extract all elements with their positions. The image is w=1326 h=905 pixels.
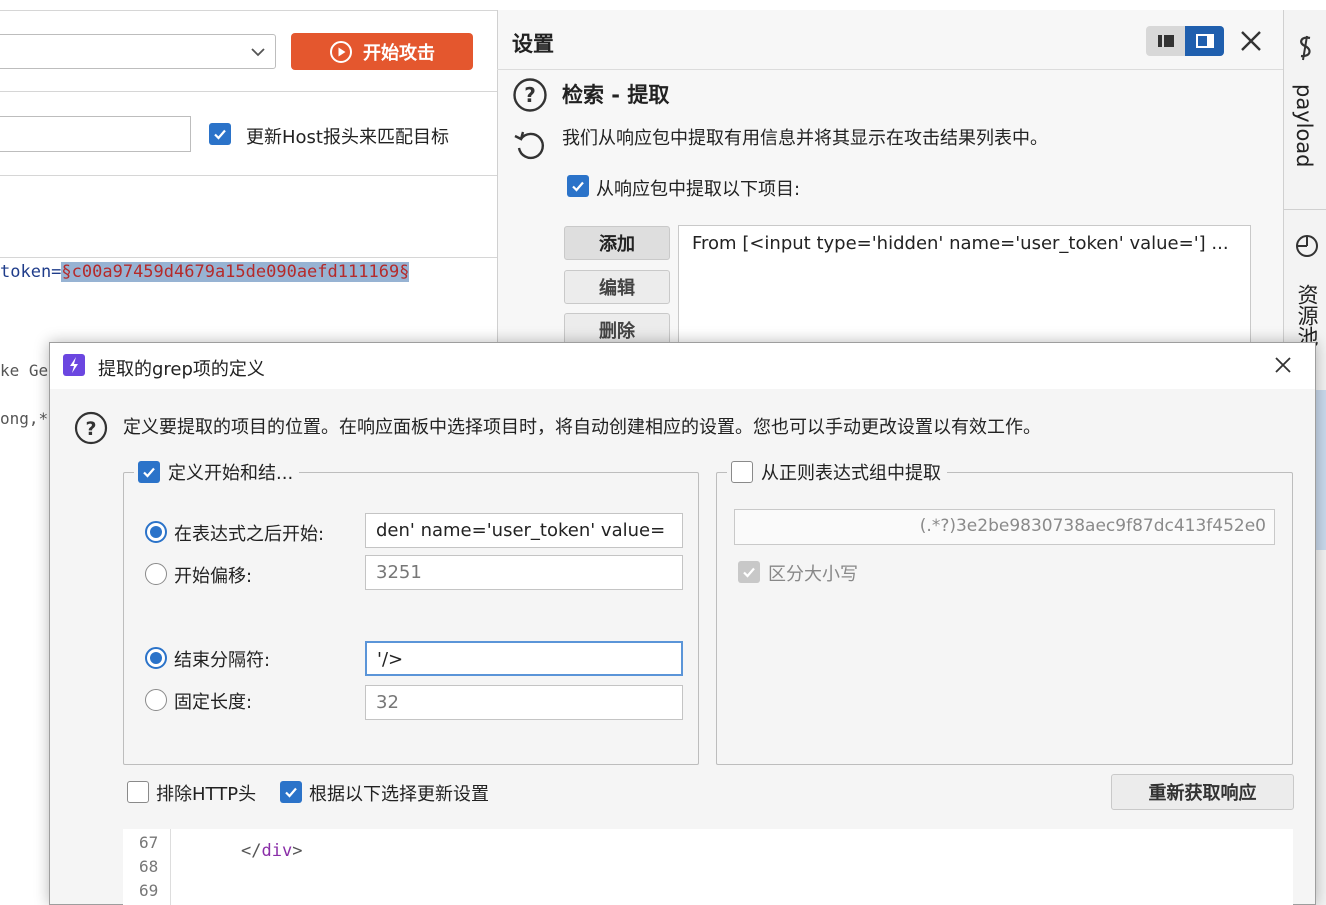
- svg-text:?: ?: [524, 83, 536, 107]
- close-icon[interactable]: [1238, 28, 1264, 54]
- divider: [0, 91, 497, 92]
- end-delimiter-input[interactable]: '/>: [365, 641, 683, 676]
- start-offset-radio[interactable]: [145, 563, 167, 585]
- group-legend: 从正则表达式组中提取: [727, 459, 947, 485]
- token-payload-marker[interactable]: §c00a97459d4679a15de090aefd111169§: [61, 262, 410, 282]
- end-delimiter-radio[interactable]: [145, 647, 167, 669]
- request-code-fragment: ong,*: [0, 409, 49, 428]
- response-code-viewer[interactable]: 67 68 69 </div>: [123, 829, 1293, 905]
- extract-items-label: 从响应包中提取以下项目:: [596, 179, 801, 200]
- start-after-radio[interactable]: [145, 521, 167, 543]
- fixed-length-radio[interactable]: [145, 689, 167, 711]
- fixed-length-input[interactable]: 32: [365, 685, 683, 720]
- code-line: </div>: [241, 841, 302, 861]
- start-offset-label: 开始偏移:: [174, 566, 253, 587]
- update-host-checkbox[interactable]: [209, 123, 231, 145]
- dialog-titlebar: 提取的grep项的定义: [50, 343, 1315, 389]
- start-after-label: 在表达式之后开始:: [174, 524, 325, 545]
- case-sensitive-label: 区分大小写: [768, 564, 858, 585]
- update-config-label: 根据以下选择更新设置: [309, 784, 489, 805]
- check-icon: [143, 467, 155, 478]
- end-delimiter-label: 结束分隔符:: [174, 650, 271, 671]
- check-icon: [743, 567, 755, 578]
- attack-type-select[interactable]: [0, 34, 276, 69]
- edit-button[interactable]: 编辑: [564, 270, 670, 304]
- regex-group-label: 从正则表达式组中提取: [761, 463, 941, 484]
- help-icon[interactable]: ?: [512, 77, 548, 113]
- view-layout-toggle[interactable]: [1146, 26, 1224, 56]
- svg-text:?: ?: [85, 418, 96, 440]
- chevron-down-icon: [249, 43, 267, 61]
- check-icon: [214, 129, 226, 140]
- start-attack-label: 开始攻击: [363, 42, 435, 64]
- add-button[interactable]: 添加: [564, 226, 670, 260]
- divider: [497, 69, 1283, 70]
- play-circle-icon: [329, 40, 353, 64]
- extract-items-checkbox[interactable]: [567, 175, 589, 197]
- refresh-icon[interactable]: [512, 128, 548, 164]
- dialog-description: 定义要提取的项目的位置。在响应面板中选择项目时，将自动创建相应的设置。您也可以手…: [123, 417, 1041, 438]
- code-punct: >: [292, 841, 303, 861]
- section-title: 检索 - 提取: [562, 83, 670, 107]
- close-icon[interactable]: [1273, 355, 1293, 375]
- refetch-response-button[interactable]: 重新获取响应: [1111, 774, 1294, 810]
- regex-group-checkbox[interactable]: [731, 461, 753, 483]
- check-icon: [572, 181, 584, 192]
- settings-title: 设置: [512, 32, 554, 56]
- code-punct: </: [241, 841, 262, 861]
- request-token-line[interactable]: token=§c00a97459d4679a15de090aefd111169§: [0, 262, 410, 282]
- line-number: 69: [139, 881, 159, 900]
- start-after-input[interactable]: den' name='user_token' value=: [365, 513, 683, 548]
- divider: [0, 10, 497, 11]
- line-number-gutter: 67 68 69: [123, 829, 171, 905]
- case-sensitive-checkbox[interactable]: [738, 561, 760, 583]
- layout-panel-icon[interactable]: [1185, 26, 1224, 56]
- list-item[interactable]: From [<input type='hidden' name='user_to…: [692, 233, 1229, 254]
- define-start-end-label: 定义开始和结...: [168, 463, 294, 484]
- help-icon[interactable]: ?: [74, 411, 108, 445]
- start-offset-input[interactable]: 3251: [365, 555, 683, 590]
- app-logo-icon: [63, 354, 85, 376]
- exclude-http-headers-checkbox[interactable]: [127, 781, 149, 803]
- check-icon: [285, 787, 297, 798]
- exclude-http-headers-label: 排除HTTP头: [156, 784, 257, 805]
- payload-icon: [1295, 34, 1317, 62]
- define-start-end-checkbox[interactable]: [138, 461, 160, 483]
- section-description: 我们从响应包中提取有用信息并将其显示在攻击结果列表中。: [562, 128, 1048, 149]
- pie-chart-icon: [1295, 234, 1319, 258]
- divider: [0, 175, 497, 176]
- extract-items-list[interactable]: From [<input type='hidden' name='user_to…: [678, 225, 1251, 355]
- tab-resource-label: 资源池: [1295, 284, 1319, 347]
- divider: [0, 257, 497, 258]
- start-attack-button[interactable]: 开始攻击: [291, 33, 473, 70]
- fixed-length-label: 固定长度:: [174, 692, 253, 713]
- host-input[interactable]: [0, 116, 191, 152]
- update-host-label: 更新Host报头来匹配目标: [246, 127, 449, 148]
- request-code-fragment: ke Ge: [0, 361, 49, 380]
- grep-item-dialog: 提取的grep项的定义 ? 定义要提取的项目的位置。在响应面板中选择项目时，将自…: [49, 342, 1316, 905]
- regex-input[interactable]: (.*?)3e2be9830738aec9f87dc413f452e0: [734, 509, 1275, 545]
- token-prefix: token=: [0, 262, 62, 282]
- code-tag: div: [261, 841, 293, 861]
- layout-list-icon[interactable]: [1146, 26, 1185, 56]
- dialog-title: 提取的grep项的定义: [98, 359, 265, 380]
- regex-group: 从正则表达式组中提取 (.*?)3e2be9830738aec9f87dc413…: [716, 459, 1293, 765]
- update-config-checkbox[interactable]: [280, 781, 302, 803]
- define-start-end-group: 定义开始和结... 在表达式之后开始: den' name='user_toke…: [123, 459, 699, 765]
- line-number: 67: [139, 833, 159, 852]
- tab-payload[interactable]: payload: [1284, 10, 1326, 210]
- tab-payload-label: payload: [1292, 84, 1316, 168]
- group-legend: 定义开始和结...: [134, 459, 300, 485]
- line-number: 68: [139, 857, 159, 876]
